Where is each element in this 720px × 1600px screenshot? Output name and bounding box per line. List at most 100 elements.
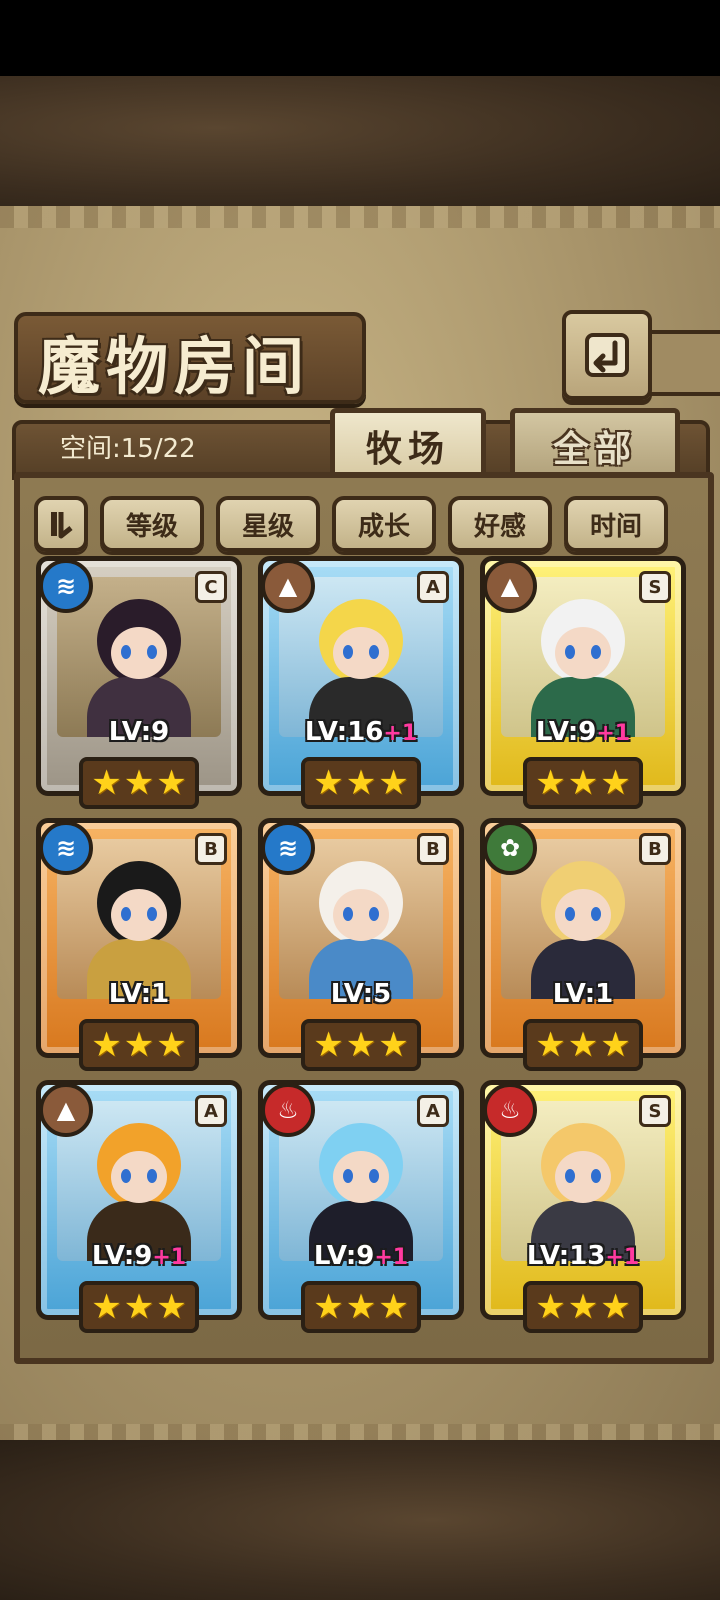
level-label: LV:5 — [263, 979, 459, 1009]
star-icon: ★ — [535, 1025, 566, 1065]
level-value: LV:1 — [552, 979, 614, 1009]
monster-eye — [591, 907, 601, 921]
level-value: LV:9 — [108, 717, 170, 747]
star-icon: ★ — [600, 763, 631, 803]
rank-badge: A — [417, 1095, 449, 1127]
star-icon: ★ — [600, 1287, 631, 1327]
level-value: LV:9 — [91, 1241, 153, 1271]
sort-affection-button[interactable]: 好感 — [448, 496, 552, 552]
monster-eye — [343, 645, 353, 659]
level-label: LV:9 — [41, 717, 237, 747]
star-icon: ★ — [567, 1025, 599, 1065]
monster-eye — [343, 907, 353, 921]
map-background-bottom — [0, 1440, 720, 1600]
monster-card[interactable]: C ≋ LV:9 ★ ★ ★ — [36, 556, 242, 809]
level-bonus: +1 — [152, 1245, 187, 1270]
level-label: LV:1 — [485, 979, 681, 1009]
star-icon: ★ — [123, 1287, 155, 1327]
sort-growth-button[interactable]: 成长 — [332, 496, 436, 552]
level-label: LV:13+1 — [485, 1241, 681, 1271]
monster-eye — [121, 907, 131, 921]
level-bonus: +1 — [605, 1245, 640, 1270]
map-background-top — [0, 76, 720, 206]
sort-order-toggle[interactable] — [34, 496, 88, 552]
monster-card[interactable]: A ▲ LV:16+1 ★ ★ ★ — [258, 556, 464, 809]
monster-eye — [343, 1169, 353, 1183]
sort-stars-button[interactable]: 星级 — [216, 496, 320, 552]
pause-sort-icon — [51, 512, 73, 539]
monster-card[interactable]: B ≋ LV:5 ★ ★ ★ — [258, 818, 464, 1071]
rank-badge: S — [639, 1095, 671, 1127]
level-label: LV:9+1 — [485, 717, 681, 747]
star-icon: ★ — [567, 1287, 599, 1327]
star-icon: ★ — [313, 1287, 344, 1327]
monster-face — [555, 627, 611, 679]
monster-face — [111, 889, 167, 941]
monster-eye — [147, 907, 157, 921]
rank-badge: B — [639, 833, 671, 865]
rank-badge: B — [195, 833, 227, 865]
water-wave-icon: ≋ — [39, 821, 93, 875]
monster-face — [333, 889, 389, 941]
sort-level-button[interactable]: 等级 — [100, 496, 204, 552]
monster-card[interactable]: A ▲ LV:9+1 ★ ★ ★ — [36, 1080, 242, 1333]
flame-icon: ♨ — [483, 1083, 537, 1137]
level-bonus: +1 — [596, 721, 631, 746]
level-value: LV:5 — [330, 979, 392, 1009]
star-rating: ★ ★ ★ — [79, 757, 199, 809]
star-rating: ★ ★ ★ — [79, 1281, 199, 1333]
rank-badge: S — [639, 571, 671, 603]
star-icon: ★ — [567, 763, 599, 803]
star-rating: ★ ★ ★ — [523, 757, 643, 809]
space-capacity: 空间:15/22 — [60, 434, 196, 464]
star-icon: ★ — [345, 763, 377, 803]
level-bonus: +1 — [383, 721, 418, 746]
monster-card[interactable]: S ▲ LV:9+1 ★ ★ ★ — [480, 556, 686, 809]
level-bonus: +1 — [374, 1245, 409, 1270]
star-icon: ★ — [345, 1025, 377, 1065]
star-icon: ★ — [123, 1025, 155, 1065]
star-rating: ★ ★ ★ — [79, 1019, 199, 1071]
star-icon: ★ — [378, 763, 409, 803]
leaf-icon: ✿ — [483, 821, 537, 875]
level-value: LV:16 — [304, 717, 384, 747]
star-icon: ★ — [91, 1287, 122, 1327]
monster-face — [111, 1151, 167, 1203]
monster-eye — [369, 907, 379, 921]
star-rating: ★ ★ ★ — [301, 1281, 421, 1333]
monster-eye — [147, 1169, 157, 1183]
star-icon: ★ — [535, 763, 566, 803]
level-label: LV:9+1 — [41, 1241, 237, 1271]
monster-eye — [565, 907, 575, 921]
monster-card[interactable]: B ≋ LV:1 ★ ★ ★ — [36, 818, 242, 1071]
level-value: LV:9 — [313, 1241, 375, 1271]
monster-card[interactable]: A ♨ LV:9+1 ★ ★ ★ — [258, 1080, 464, 1333]
level-label: LV:16+1 — [263, 717, 459, 747]
monster-eye — [591, 1169, 601, 1183]
star-rating: ★ ★ ★ — [301, 757, 421, 809]
star-icon: ★ — [600, 1025, 631, 1065]
rank-badge: B — [417, 833, 449, 865]
monster-card[interactable]: B ✿ LV:1 ★ ★ ★ — [480, 818, 686, 1071]
back-button[interactable] — [562, 310, 652, 400]
monster-face — [333, 1151, 389, 1203]
page-title: 魔物房间 — [38, 330, 311, 403]
star-rating: ★ ★ ★ — [301, 1019, 421, 1071]
monster-face — [555, 1151, 611, 1203]
monster-eye — [121, 645, 131, 659]
flame-icon: ♨ — [261, 1083, 315, 1137]
level-label: LV:1 — [41, 979, 237, 1009]
mountain-icon: ▲ — [483, 559, 537, 613]
level-value: LV:1 — [108, 979, 170, 1009]
star-rating: ★ ★ ★ — [523, 1019, 643, 1071]
monster-eye — [591, 645, 601, 659]
star-icon: ★ — [91, 1025, 122, 1065]
water-wave-icon: ≋ — [261, 821, 315, 875]
monster-card[interactable]: S ♨ LV:13+1 ★ ★ ★ — [480, 1080, 686, 1333]
rank-badge: A — [195, 1095, 227, 1127]
water-wave-icon: ≋ — [39, 559, 93, 613]
star-icon: ★ — [156, 1025, 187, 1065]
mountain-icon: ▲ — [39, 1083, 93, 1137]
monster-eye — [121, 1169, 131, 1183]
sort-time-button[interactable]: 时间 — [564, 496, 668, 552]
